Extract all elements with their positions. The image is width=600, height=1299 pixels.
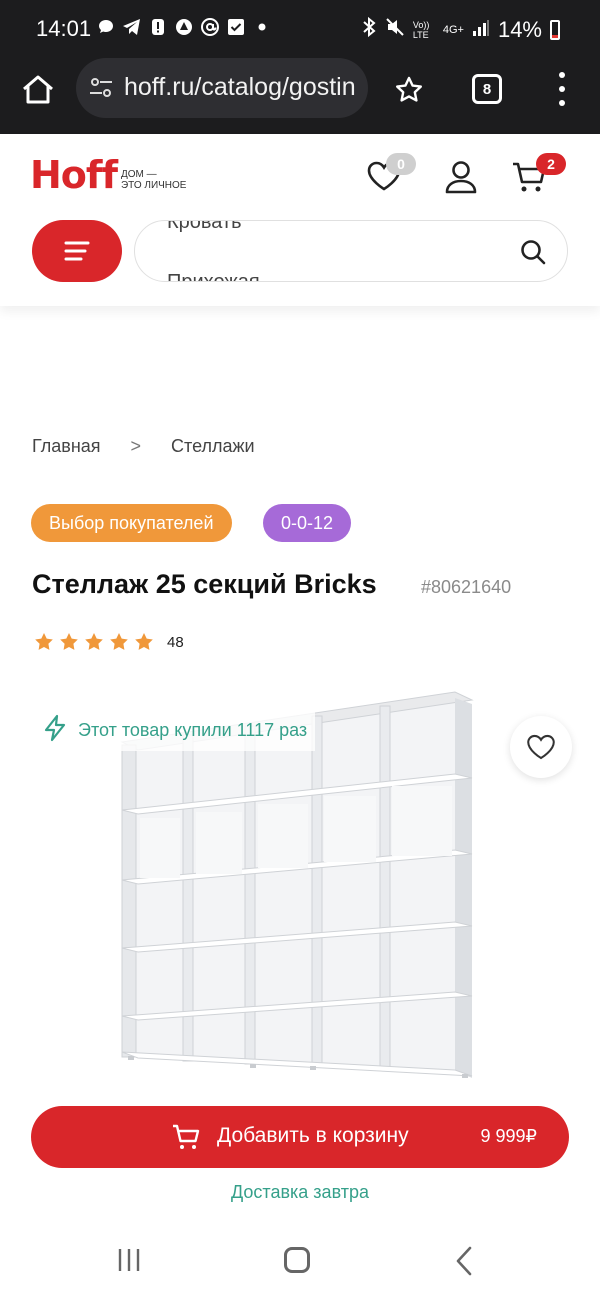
product-sku: #80621640 [421, 577, 512, 597]
logo-tagline: ДОМ — ЭТО ЛИЧНОЕ [121, 169, 187, 191]
address-bar[interactable]: hoff.ru/catalog/gostin [76, 58, 368, 118]
star-icon [34, 632, 54, 652]
star-icon [59, 632, 79, 652]
cart-count-badge: 2 [536, 153, 566, 175]
recents-icon[interactable] [116, 1248, 142, 1272]
notification-icons [96, 17, 272, 37]
search-icon[interactable] [519, 238, 547, 266]
home-nav-icon[interactable] [284, 1247, 310, 1273]
search-input[interactable]: Кровать Прихожая [134, 220, 568, 282]
delivery-info[interactable]: Доставка завтра [0, 1182, 600, 1203]
more-menu-icon[interactable] [552, 72, 572, 106]
promo-code-tag: 0-0-12 [263, 504, 352, 542]
site-settings-icon[interactable] [88, 76, 114, 100]
add-to-cart-label: Добавить в корзину [217, 1124, 409, 1147]
back-icon[interactable] [454, 1246, 474, 1276]
status-time: 14:01 [36, 16, 92, 41]
volte-icon: Vo)) LTE [412, 20, 430, 40]
favorites-count-badge: 0 [386, 153, 416, 175]
customer-choice-tag: Выбор покупателей [31, 504, 232, 542]
cart-icon [171, 1123, 201, 1151]
bought-count-text: Этот товар купили 1117 раз [78, 720, 308, 740]
product-price: 9 999₽ [480, 1126, 538, 1146]
browser-toolbar: hoff.ru/catalog/gostin 8 [0, 58, 600, 134]
product-rating[interactable]: 48 [34, 632, 184, 652]
system-icons: Vo)) LTE 4G+ 14% [361, 16, 560, 44]
star-icon [84, 632, 104, 652]
chevron-right-icon: > [130, 436, 142, 456]
bought-count-label: Этот товар купили 1117 раз [38, 710, 316, 751]
reviews-count[interactable]: 48 [167, 634, 184, 651]
tabs-count-button[interactable]: 8 [472, 74, 502, 104]
add-to-cart-button[interactable]: Добавить в корзину 9 999₽ [31, 1106, 569, 1168]
app-icon [174, 17, 194, 37]
url-text: hoff.ru/catalog/gostin [124, 73, 356, 101]
search-suggestion: Кровать [167, 220, 242, 233]
status-bar: 14:01 Vo)) LTE 4G+ 14% [0, 0, 600, 58]
dot-icon [252, 17, 272, 37]
logo-word: Hoff [30, 153, 118, 197]
alert-icon [148, 17, 168, 37]
bookmark-star-icon[interactable] [393, 74, 425, 106]
add-to-favorites-heart-icon[interactable] [510, 716, 572, 778]
logo-tagline-line-2: ЭТО ЛИЧНОЕ [120, 180, 187, 191]
breadcrumb-home[interactable]: Главная [32, 436, 101, 457]
chat-bubble-icon [96, 17, 116, 37]
search-suggestions: Кровать Прихожая [167, 220, 260, 282]
check-icon [226, 17, 246, 37]
system-nav-bar [0, 1222, 600, 1299]
hoff-logo[interactable]: Hoff ДОМ — ЭТО ЛИЧНОЕ [30, 156, 186, 194]
star-icon [134, 632, 154, 652]
bluetooth-icon [361, 16, 377, 44]
at-icon [200, 17, 220, 37]
signal-icon [472, 17, 490, 43]
telegram-icon [122, 17, 142, 37]
breadcrumb-shelves[interactable]: Стеллажи [171, 436, 255, 457]
product-title: Стеллаж 25 секций Bricks [32, 569, 377, 599]
browser-home-icon[interactable] [18, 70, 58, 110]
lightning-icon [42, 714, 68, 747]
battery-text: 14% [497, 17, 542, 42]
logo-tagline-line-1: ДОМ — [120, 169, 157, 180]
search-suggestion: Прихожая [167, 271, 260, 282]
battery-icon [550, 20, 560, 40]
catalog-menu-button[interactable] [32, 220, 122, 282]
4g-icon: 4G+ [442, 24, 464, 36]
star-icon [109, 632, 129, 652]
user-profile-icon[interactable] [442, 158, 480, 196]
mute-icon [385, 17, 405, 43]
breadcrumb: Главная > Стеллажи [32, 436, 255, 457]
site-header: Hoff ДОМ — ЭТО ЛИЧНОЕ 0 2 Кровать Прихож… [0, 134, 600, 306]
